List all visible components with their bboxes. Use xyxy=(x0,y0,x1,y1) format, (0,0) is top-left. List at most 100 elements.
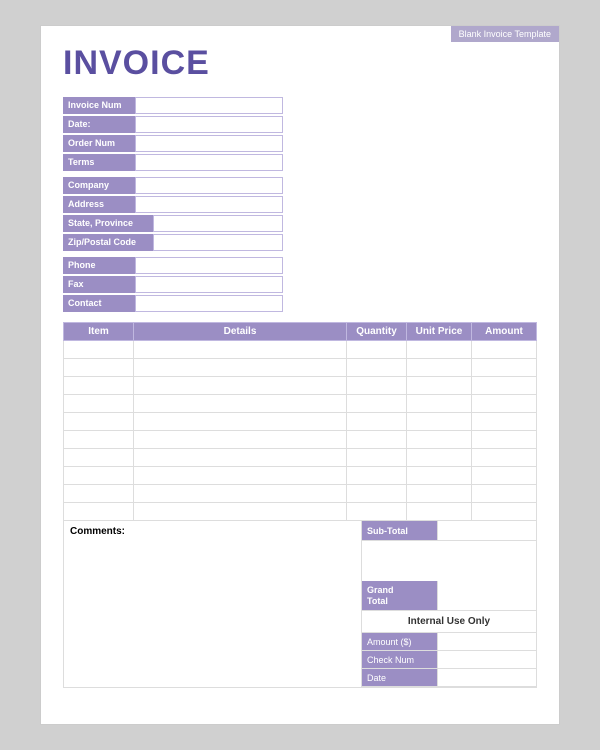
cell-qty[interactable] xyxy=(347,341,407,359)
cell-item[interactable] xyxy=(64,413,134,431)
fax-label: Fax xyxy=(63,276,135,293)
cell-item[interactable] xyxy=(64,341,134,359)
cell-amount[interactable] xyxy=(472,503,537,521)
invoice-title: INVOICE xyxy=(63,44,537,83)
cell-price[interactable] xyxy=(407,359,472,377)
phone-input[interactable] xyxy=(135,257,283,274)
template-label: Blank Invoice Template xyxy=(451,26,559,42)
company-input[interactable] xyxy=(135,177,283,194)
internal-use-label: Internal Use Only xyxy=(362,611,536,633)
cell-amount[interactable] xyxy=(472,431,537,449)
invoice-num-row: Invoice Num xyxy=(63,97,283,114)
table-row xyxy=(64,413,537,431)
cell-details[interactable] xyxy=(134,503,347,521)
cell-amount[interactable] xyxy=(472,413,537,431)
cell-qty[interactable] xyxy=(347,395,407,413)
cell-amount[interactable] xyxy=(472,485,537,503)
cell-details[interactable] xyxy=(134,485,347,503)
fax-input[interactable] xyxy=(135,276,283,293)
date-input[interactable] xyxy=(135,116,283,133)
cell-amount[interactable] xyxy=(472,449,537,467)
cell-item[interactable] xyxy=(64,359,134,377)
invoice-num-input[interactable] xyxy=(135,97,283,114)
cell-details[interactable] xyxy=(134,413,347,431)
grand-total-row: Grand Total xyxy=(362,581,536,611)
terms-input[interactable] xyxy=(135,154,283,171)
grand-total-value[interactable] xyxy=(437,581,536,610)
cell-qty[interactable] xyxy=(347,503,407,521)
cell-item[interactable] xyxy=(64,431,134,449)
cell-qty[interactable] xyxy=(347,485,407,503)
cell-details[interactable] xyxy=(134,395,347,413)
state-input[interactable] xyxy=(153,215,283,232)
cell-price[interactable] xyxy=(407,449,472,467)
cell-price[interactable] xyxy=(407,503,472,521)
cell-details[interactable] xyxy=(134,377,347,395)
cell-item[interactable] xyxy=(64,377,134,395)
cell-qty[interactable] xyxy=(347,377,407,395)
table-row xyxy=(64,431,537,449)
check-num-row: Check Num xyxy=(362,651,536,669)
table-row xyxy=(64,503,537,521)
cell-details[interactable] xyxy=(134,467,347,485)
date-label: Date: xyxy=(63,116,135,133)
cell-qty[interactable] xyxy=(347,413,407,431)
cell-amount[interactable] xyxy=(472,377,537,395)
cell-item[interactable] xyxy=(64,485,134,503)
payment-date-value[interactable] xyxy=(437,669,536,686)
cell-price[interactable] xyxy=(407,377,472,395)
address-input[interactable] xyxy=(135,196,283,213)
amount-row: Amount ($) xyxy=(362,633,536,651)
cell-amount[interactable] xyxy=(472,395,537,413)
cell-price[interactable] xyxy=(407,467,472,485)
cell-amount[interactable] xyxy=(472,467,537,485)
cell-amount[interactable] xyxy=(472,341,537,359)
state-row: State, Province xyxy=(63,215,283,232)
phone-row: Phone xyxy=(63,257,283,274)
amount-label: Amount ($) xyxy=(362,633,437,650)
cell-item[interactable] xyxy=(64,467,134,485)
order-num-input[interactable] xyxy=(135,135,283,152)
cell-price[interactable] xyxy=(407,431,472,449)
col-header-amount: Amount xyxy=(472,323,537,341)
cell-price[interactable] xyxy=(407,413,472,431)
cell-price[interactable] xyxy=(407,395,472,413)
contact-row: Contact xyxy=(63,295,283,312)
cell-qty[interactable] xyxy=(347,431,407,449)
totals-cell: Sub-Total Grand Total Internal Use Only xyxy=(362,521,537,688)
cell-price[interactable] xyxy=(407,341,472,359)
comments-cell: Comments: xyxy=(64,521,362,688)
table-row xyxy=(64,341,537,359)
table-row xyxy=(64,377,537,395)
cell-details[interactable] xyxy=(134,341,347,359)
cell-details[interactable] xyxy=(134,431,347,449)
cell-qty[interactable] xyxy=(347,449,407,467)
bottom-section: Comments: Sub-Total Grand Total xyxy=(63,521,537,688)
zip-label: Zip/Postal Code xyxy=(63,234,153,251)
cell-item[interactable] xyxy=(64,449,134,467)
cell-item[interactable] xyxy=(64,395,134,413)
cell-qty[interactable] xyxy=(347,467,407,485)
invoice-info-block: Invoice Num Date: Order Num Terms xyxy=(63,97,283,171)
col-header-unit-price: Unit Price xyxy=(407,323,472,341)
address-label: Address xyxy=(63,196,135,213)
contact-input[interactable] xyxy=(135,295,283,312)
zip-row: Zip/Postal Code xyxy=(63,234,283,251)
cell-details[interactable] xyxy=(134,449,347,467)
sub-total-value[interactable] xyxy=(437,521,536,540)
cell-amount[interactable] xyxy=(472,359,537,377)
comments-label: Comments: xyxy=(70,526,125,537)
terms-row: Terms xyxy=(63,154,283,171)
amount-value[interactable] xyxy=(437,633,536,650)
invoice-page: Blank Invoice Template INVOICE Invoice N… xyxy=(40,25,560,725)
state-label: State, Province xyxy=(63,215,153,232)
cell-details[interactable] xyxy=(134,359,347,377)
contact-block: Phone Fax Contact xyxy=(63,257,283,312)
check-num-value[interactable] xyxy=(437,651,536,668)
phone-label: Phone xyxy=(63,257,135,274)
order-num-row: Order Num xyxy=(63,135,283,152)
cell-item[interactable] xyxy=(64,503,134,521)
zip-input[interactable] xyxy=(153,234,283,251)
cell-qty[interactable] xyxy=(347,359,407,377)
cell-price[interactable] xyxy=(407,485,472,503)
